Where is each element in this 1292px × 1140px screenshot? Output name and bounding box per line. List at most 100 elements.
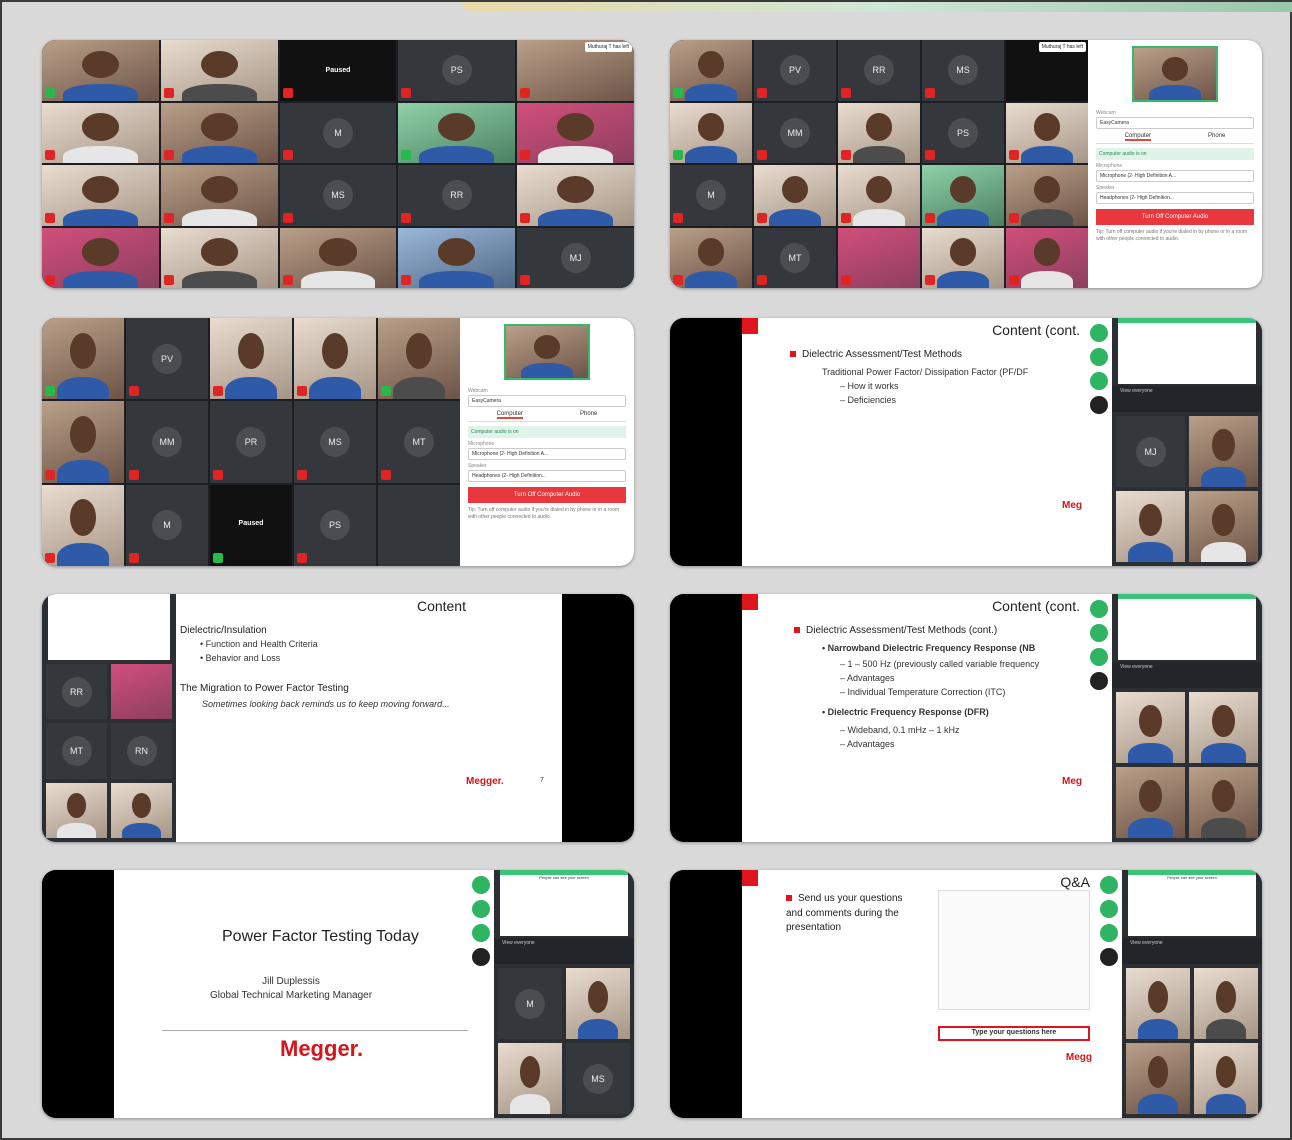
leave-icon[interactable] (1100, 948, 1118, 966)
video-tile[interactable]: PR (210, 401, 292, 483)
video-tile[interactable]: MT (46, 723, 107, 779)
video-tile[interactable] (922, 227, 1004, 288)
video-tile[interactable]: MS (566, 1043, 630, 1114)
video-tile[interactable] (670, 102, 752, 163)
microphone-select[interactable]: Microphone (2- High Definition A... (468, 448, 626, 460)
video-tile[interactable] (210, 318, 292, 400)
leave-icon[interactable] (1090, 672, 1108, 690)
video-tile[interactable]: RR (838, 40, 920, 101)
video-tile[interactable] (398, 102, 516, 163)
video-tile[interactable] (1189, 491, 1258, 562)
video-tile[interactable] (1006, 227, 1088, 288)
video-tile[interactable] (42, 165, 159, 226)
video-tile[interactable] (1116, 692, 1185, 763)
video-tile[interactable] (517, 102, 634, 163)
video-tile[interactable] (42, 40, 159, 101)
video-tile[interactable]: PS (922, 102, 1004, 163)
video-tile[interactable] (42, 227, 159, 288)
video-tile[interactable] (1189, 767, 1258, 838)
video-icon[interactable] (1090, 624, 1108, 642)
video-tile[interactable] (922, 165, 1004, 226)
video-tile[interactable] (111, 664, 172, 720)
video-tile[interactable] (160, 102, 278, 163)
video-tile[interactable]: M (498, 968, 562, 1039)
microphone-select[interactable]: Microphone (2- High Definition A... (1096, 170, 1254, 182)
view-everyone[interactable]: View everyone (1120, 388, 1153, 394)
video-icon[interactable] (1100, 900, 1118, 918)
video-tile[interactable]: MM (126, 401, 208, 483)
video-tile[interactable] (42, 484, 124, 566)
video-tile[interactable] (1194, 1043, 1258, 1114)
video-tile[interactable] (1126, 1043, 1190, 1114)
video-tile[interactable] (1006, 165, 1088, 226)
video-tile[interactable] (160, 165, 278, 226)
video-tile[interactable] (46, 782, 107, 838)
video-tile[interactable] (160, 227, 278, 288)
video-tile[interactable]: MT (378, 401, 460, 483)
share-icon[interactable] (1090, 648, 1108, 666)
speaker-select[interactable]: Headphones (2- High Definition... (1096, 192, 1254, 204)
video-tile[interactable] (1189, 692, 1258, 763)
video-tile[interactable] (670, 40, 752, 101)
tab-computer[interactable]: Computer (1124, 133, 1151, 141)
tab-computer[interactable]: Computer (496, 411, 523, 419)
video-tile[interactable] (1126, 968, 1190, 1039)
video-tile[interactable]: RR (398, 165, 516, 226)
video-tile[interactable] (566, 968, 630, 1039)
video-icon[interactable] (1090, 348, 1108, 366)
video-tile[interactable]: MS (294, 401, 376, 483)
video-tile[interactable] (1194, 968, 1258, 1039)
speaker-select[interactable]: Headphones (2- High Definition... (468, 470, 626, 482)
share-icon[interactable] (472, 924, 490, 942)
view-everyone[interactable]: View everyone (1130, 940, 1163, 946)
tab-phone[interactable]: Phone (1208, 133, 1225, 141)
video-tile[interactable] (754, 165, 836, 226)
video-tile[interactable] (517, 165, 634, 226)
mic-icon[interactable] (472, 876, 490, 894)
video-tile[interactable]: MJ (1116, 416, 1185, 487)
video-tile[interactable]: MS (279, 165, 397, 226)
webcam-select[interactable]: EasyCamera (1096, 117, 1254, 129)
share-icon[interactable] (1090, 372, 1108, 390)
video-tile[interactable] (838, 165, 920, 226)
question-input[interactable]: Type your questions here (938, 1026, 1090, 1041)
video-tile[interactable]: MT (754, 227, 836, 288)
video-tile[interactable] (42, 102, 159, 163)
video-icon[interactable] (472, 900, 490, 918)
video-tile[interactable] (670, 227, 752, 288)
video-tile[interactable] (1116, 491, 1185, 562)
video-tile[interactable]: MJ (517, 227, 634, 288)
leave-icon[interactable] (1090, 396, 1108, 414)
video-tile[interactable] (838, 227, 920, 288)
video-tile[interactable] (294, 318, 376, 400)
video-tile[interactable] (160, 40, 278, 101)
view-everyone[interactable]: View everyone (502, 940, 535, 946)
video-tile[interactable]: MS (922, 40, 1004, 101)
mic-icon[interactable] (1090, 600, 1108, 618)
video-tile[interactable] (378, 318, 460, 400)
video-tile[interactable]: PS (294, 484, 376, 566)
video-tile[interactable] (838, 102, 920, 163)
video-tile[interactable]: Muthuraj T has left (1006, 40, 1088, 101)
video-tile[interactable] (1189, 416, 1258, 487)
video-tile[interactable]: M (670, 165, 752, 226)
video-tile[interactable]: PV (126, 318, 208, 400)
video-tile[interactable]: PV (754, 40, 836, 101)
video-tile[interactable]: M (126, 484, 208, 566)
tab-phone[interactable]: Phone (580, 411, 597, 419)
video-tile[interactable] (279, 227, 397, 288)
video-tile[interactable]: M (279, 102, 397, 163)
mic-icon[interactable] (1100, 876, 1118, 894)
video-tile[interactable] (498, 1043, 562, 1114)
mic-icon[interactable] (1090, 324, 1108, 342)
video-tile[interactable]: RN (111, 723, 172, 779)
video-tile[interactable]: Paused (279, 40, 397, 101)
video-tile[interactable] (1006, 102, 1088, 163)
video-tile[interactable]: Paused (210, 484, 292, 566)
leave-icon[interactable] (472, 948, 490, 966)
video-tile[interactable]: MM (754, 102, 836, 163)
video-tile[interactable] (111, 782, 172, 838)
video-tile[interactable] (1116, 767, 1185, 838)
video-tile[interactable] (42, 401, 124, 483)
video-tile[interactable] (378, 484, 460, 566)
